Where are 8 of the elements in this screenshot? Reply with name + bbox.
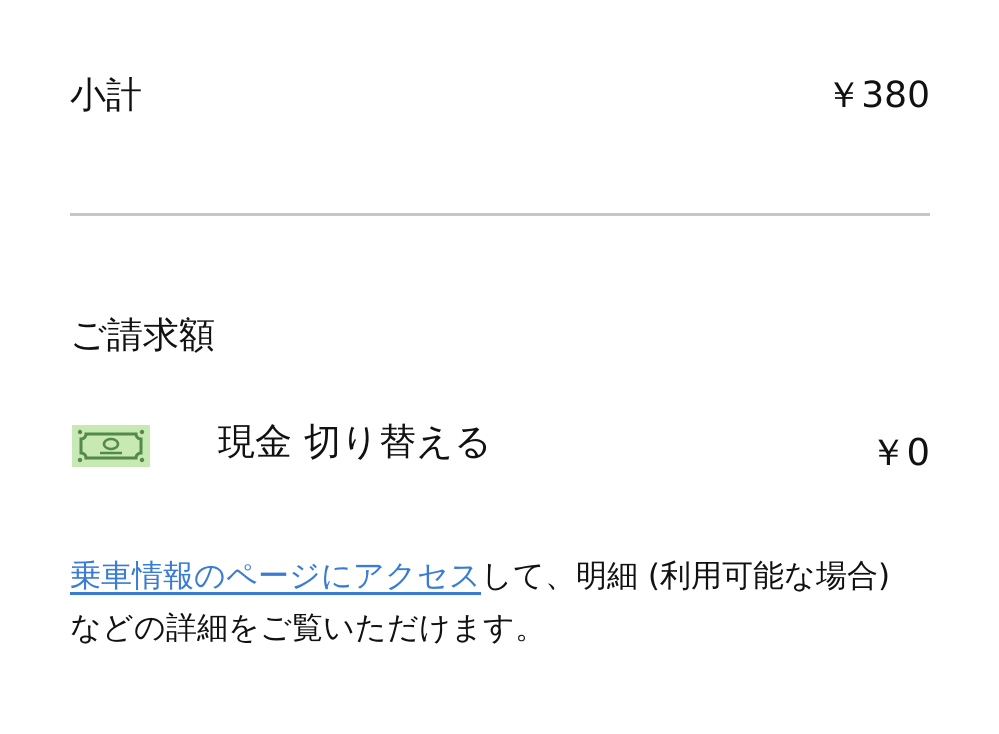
payment-amount: ￥0: [869, 430, 930, 476]
payment-method-label: 現金 切り替える: [218, 419, 492, 465]
cash-icon: [72, 425, 150, 467]
ride-details-note: 乗車情報のページにアクセス して、明細 (利用可能な場合) などの詳細をご覧いただけます。: [70, 557, 892, 648]
charge-title: ご請求額: [70, 314, 216, 358]
ride-details-link[interactable]: 乗車情報のページにアクセス: [70, 558, 481, 594]
subtotal-label: 小計: [70, 74, 142, 118]
subtotal-amount: ￥380: [825, 74, 930, 118]
